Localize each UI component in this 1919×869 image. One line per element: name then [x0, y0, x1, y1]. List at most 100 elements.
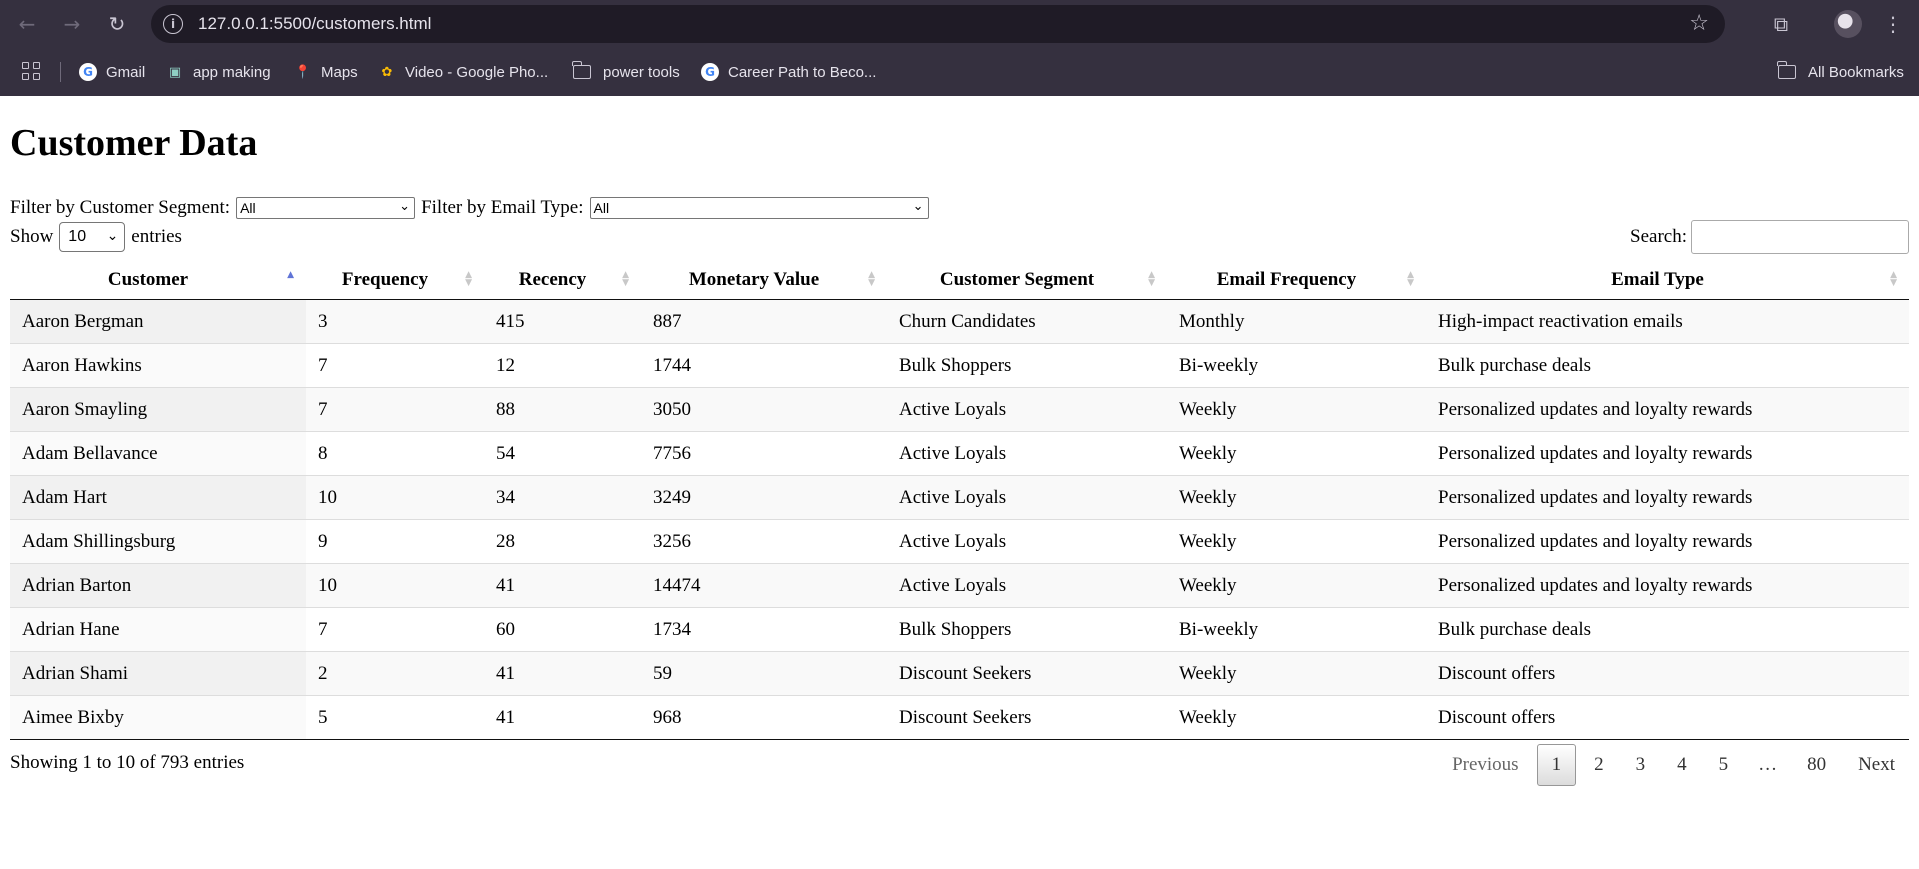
reload-icon[interactable]: ↻	[103, 10, 131, 38]
table-row[interactable]: Adam Bellavance 8 54 7756 Active Loyals Weekl…	[10, 431, 1909, 476]
column-header[interactable]: Customer Segment ▲ ▼	[887, 261, 1167, 300]
segment-filter-label: Filter by Customer Segment:	[10, 197, 231, 218]
page-button[interactable]: 1	[1536, 744, 1577, 786]
table-cell: 3	[306, 299, 484, 344]
table-cell: Bulk purchase deals	[1426, 343, 1909, 388]
table-cell: 60	[484, 607, 641, 652]
table-row[interactable]: Aimee Bixby 5 41 968 Discount Seekers Weekly D…	[10, 695, 1909, 740]
previous-page-button[interactable]: Previous	[1438, 744, 1533, 786]
table-cell: Active Loyals	[887, 475, 1167, 520]
bookmark-google-photos[interactable]: ✿ Video - Google Pho...	[378, 60, 549, 84]
column-header[interactable]: Frequency ▲ ▼	[306, 261, 484, 300]
table-row[interactable]: Aaron Hawkins 7 12 1744 Bulk Shoppers Bi-week…	[10, 343, 1909, 388]
sort-arrows-icon: ▲	[287, 270, 294, 280]
table-cell: Discount Seekers	[887, 695, 1167, 740]
page-button[interactable]: 3	[1622, 744, 1660, 786]
table-row[interactable]: Aaron Bergman 3 415 887 Churn Candidates Mont…	[10, 299, 1909, 344]
table-cell: Personalized updates and loyalty rewards	[1426, 387, 1909, 432]
column-header-label: Recency	[518, 269, 587, 290]
profile-avatar[interactable]	[1834, 10, 1862, 38]
table-cell: Discount offers	[1426, 651, 1909, 696]
filter-bar: Filter by Customer Segment: All ⌄ Filter…	[10, 197, 929, 219]
table-cell: Weekly	[1167, 563, 1426, 608]
table-row[interactable]: Adrian Barton 10 41 14474 Active Loyals Weekl…	[10, 563, 1909, 608]
table-cell: Churn Candidates	[887, 299, 1167, 344]
bookmark-label: power tools	[603, 63, 680, 81]
column-header[interactable]: Monetary Value ▲ ▼	[641, 261, 887, 300]
customer-table: Customer ▲ Frequency ▲ ▼ Recency ▲ ▼ Monetary Va…	[10, 261, 1909, 740]
column-header[interactable]: Email Type ▲ ▼	[1426, 261, 1909, 300]
table-cell: 41	[484, 695, 641, 740]
table-row[interactable]: Adam Hart 10 34 3249 Active Loyals Weekly Pers…	[10, 475, 1909, 520]
extensions-icon[interactable]: ⧉	[1767, 10, 1795, 38]
table-cell: Active Loyals	[887, 431, 1167, 476]
table-cell: 415	[484, 299, 641, 344]
chevron-down-icon: ⌄	[399, 199, 411, 214]
google-icon: G	[79, 63, 97, 81]
folder-icon	[1777, 61, 1796, 79]
table-cell: 968	[641, 695, 887, 740]
bookmark-career-path[interactable]: G Career Path to Beco...	[701, 60, 876, 84]
entries-per-page-select[interactable]: 10 ⌄	[59, 222, 126, 252]
table-cell: 10	[306, 563, 484, 608]
table-cell: Personalized updates and loyalty rewards	[1426, 519, 1909, 564]
all-bookmarks[interactable]: All Bookmarks	[1777, 60, 1904, 84]
table-row[interactable]: Adam Shillingsburg 9 28 3256 Active Loyals We…	[10, 519, 1909, 564]
table-cell: Weekly	[1167, 475, 1426, 520]
column-header-label: Monetary Value	[688, 269, 820, 290]
table-cell: 2	[306, 651, 484, 696]
back-arrow-icon[interactable]: ←	[13, 10, 41, 38]
page-button[interactable]: 5	[1705, 744, 1743, 786]
next-page-button[interactable]: Next	[1844, 744, 1909, 786]
bookmark-star-icon[interactable]: ☆	[1689, 11, 1709, 36]
table-cell: 887	[641, 299, 887, 344]
column-header-label: Customer Segment	[939, 269, 1095, 290]
bookmark-gmail[interactable]: G Gmail	[79, 60, 145, 84]
segment-filter-value: All	[240, 200, 256, 216]
email-type-filter-select[interactable]: All ⌄	[589, 197, 929, 219]
table-cell: Bulk Shoppers	[887, 607, 1167, 652]
search-input[interactable]	[1691, 220, 1909, 254]
table-cell: 7756	[641, 431, 887, 476]
address-url[interactable]: 127.0.0.1:5500/customers.html	[198, 14, 431, 34]
entries-label: entries	[131, 226, 182, 247]
email-filter-label: Filter by Email Type:	[421, 197, 584, 218]
bookmark-power-tools[interactable]: power tools	[572, 60, 680, 84]
page-button[interactable]: 4	[1663, 744, 1701, 786]
table-header: Customer ▲ Frequency ▲ ▼ Recency ▲ ▼ Monetary Va…	[10, 261, 1909, 300]
table-cell: 7	[306, 387, 484, 432]
column-header[interactable]: Customer ▲	[10, 261, 306, 300]
table-cell: Active Loyals	[887, 563, 1167, 608]
table-body: Aaron Bergman 3 415 887 Churn Candidates Mont…	[10, 299, 1909, 740]
header-row: Customer ▲ Frequency ▲ ▼ Recency ▲ ▼ Monetary Va…	[10, 261, 1909, 300]
pagination: Previous 1 2 3 4 5 … 80 Next	[1434, 744, 1909, 786]
page-button[interactable]: 80	[1793, 744, 1840, 786]
browser-toolbar: ← → ↻ i 127.0.0.1:5500/customers.html ☆ …	[0, 0, 1919, 48]
table-row[interactable]: Adrian Hane 7 60 1734 Bulk Shoppers Bi-weekly…	[10, 607, 1909, 652]
table-cell: Adrian Shami	[10, 651, 306, 696]
table-cell: Weekly	[1167, 695, 1426, 740]
browser-menu-icon[interactable]: ⋮	[1879, 10, 1907, 38]
bookmark-maps[interactable]: 📍 Maps	[294, 60, 358, 84]
segment-filter-select[interactable]: All ⌄	[236, 197, 416, 219]
table-cell: 3050	[641, 387, 887, 432]
bookmark-app-making[interactable]: ▣ app making	[166, 60, 271, 84]
column-header[interactable]: Recency ▲ ▼	[484, 261, 641, 300]
apps-grid-icon[interactable]	[22, 62, 40, 80]
sort-arrows-icon: ▲ ▼	[868, 270, 875, 288]
column-header-label: Email Type	[1611, 269, 1704, 290]
table-row[interactable]: Adrian Shami 2 41 59 Discount Seekers Weekly D…	[10, 651, 1909, 696]
forward-arrow-icon[interactable]: →	[58, 10, 86, 38]
address-bar[interactable]: i 127.0.0.1:5500/customers.html ☆	[151, 5, 1725, 43]
page-button[interactable]: 2	[1580, 744, 1618, 786]
bookmark-label: Career Path to Beco...	[728, 63, 877, 81]
table-row[interactable]: Aaron Smayling 7 88 3050 Active Loyals Weekly…	[10, 387, 1909, 432]
show-label: Show	[10, 226, 54, 247]
table-cell: 12	[484, 343, 641, 388]
table-cell: Aimee Bixby	[10, 695, 306, 740]
column-header[interactable]: Email Frequency ▲ ▼	[1167, 261, 1426, 300]
table-cell: Aaron Hawkins	[10, 343, 306, 388]
table-cell: Personalized updates and loyalty rewards	[1426, 563, 1909, 608]
site-info-icon[interactable]: i	[163, 14, 183, 34]
table-cell: Weekly	[1167, 387, 1426, 432]
